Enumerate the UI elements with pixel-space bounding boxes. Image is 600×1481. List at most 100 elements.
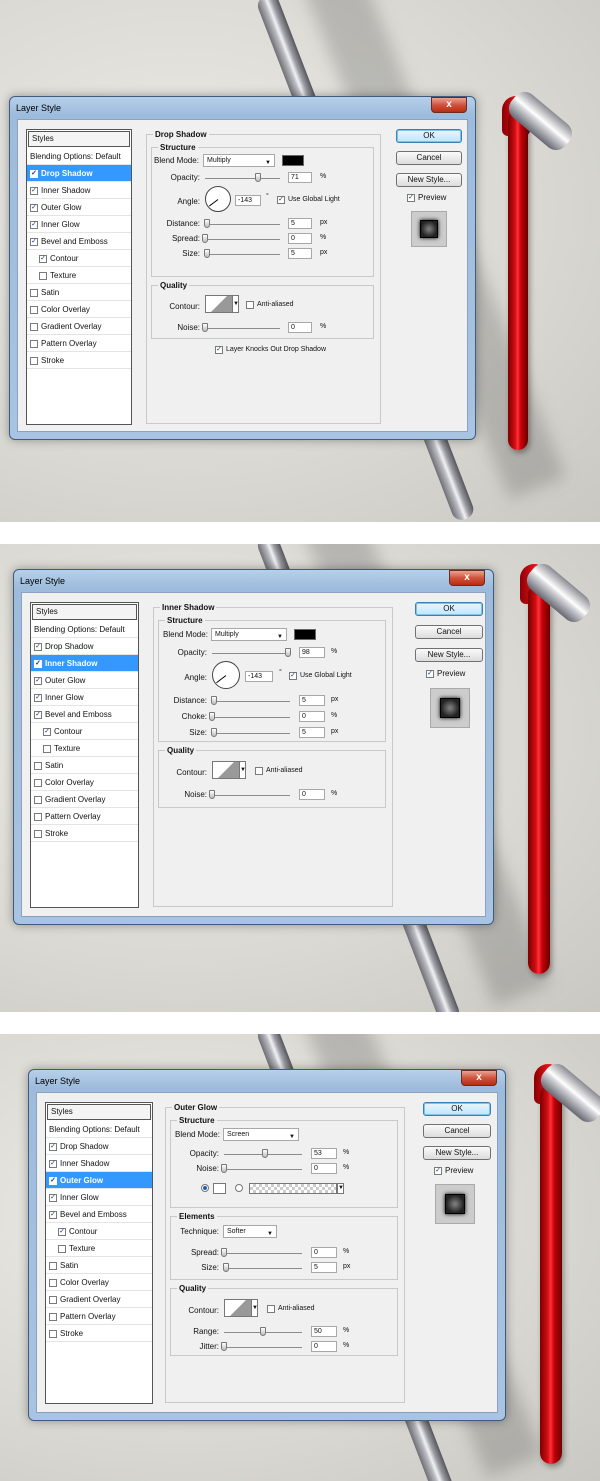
blend-mode-select[interactable]: Multiply ▼	[203, 154, 275, 167]
jitter-slider[interactable]	[224, 1347, 302, 1348]
distance-input[interactable]: 5	[299, 695, 325, 706]
styles-header[interactable]: Styles	[47, 1104, 151, 1120]
new-style-button[interactable]: New Style...	[396, 173, 462, 187]
blend-mode-select[interactable]: Multiply ▼	[211, 628, 287, 641]
title-bar[interactable]: Layer Style x	[29, 1070, 505, 1092]
style-checkbox[interactable]	[49, 1295, 57, 1304]
title-bar[interactable]: Layer Style x	[14, 570, 493, 592]
range-slider-thumb[interactable]	[260, 1327, 266, 1336]
opacity-input[interactable]: 71	[288, 172, 312, 183]
style-checkbox[interactable]	[34, 812, 42, 821]
style-item-stroke[interactable]: Stroke	[27, 352, 131, 369]
shadow-color-swatch[interactable]	[294, 629, 316, 640]
noise-slider[interactable]	[212, 795, 290, 796]
style-checkbox[interactable]	[30, 322, 38, 331]
size-input[interactable]: 5	[311, 1262, 337, 1273]
noise-input[interactable]: 0	[299, 789, 325, 800]
angle-dial[interactable]	[212, 661, 240, 689]
opacity-slider-thumb[interactable]	[285, 648, 292, 657]
distance-slider[interactable]	[205, 224, 280, 225]
ok-button[interactable]: OK	[415, 602, 483, 616]
anti-aliased-checkbox[interactable]	[255, 767, 263, 775]
style-item-drop-shadow[interactable]: ✓ Drop Shadow	[46, 1138, 152, 1155]
style-item-contour[interactable]: ✓ Contour	[31, 723, 138, 740]
noise-input[interactable]: 0	[311, 1163, 337, 1174]
style-item-gradient-overlay[interactable]: Gradient Overlay	[31, 791, 138, 808]
spread-slider-thumb[interactable]	[221, 1248, 227, 1257]
use-global-light-checkbox[interactable]: ✓	[277, 196, 285, 204]
close-button[interactable]: x	[431, 97, 467, 113]
new-style-button[interactable]: New Style...	[423, 1146, 491, 1160]
cancel-button[interactable]: Cancel	[415, 625, 483, 639]
style-item-satin[interactable]: Satin	[46, 1257, 152, 1274]
opacity-slider-thumb[interactable]	[262, 1149, 269, 1158]
contour-dropdown-arrow[interactable]: ▼	[239, 761, 246, 779]
ok-button[interactable]: OK	[396, 129, 462, 143]
style-checkbox[interactable]: ✓	[30, 203, 38, 212]
anti-aliased-checkbox[interactable]	[246, 301, 254, 309]
style-checkbox[interactable]: ✓	[49, 1210, 57, 1219]
style-item-blending-options-default[interactable]: Blending Options: Default	[27, 148, 131, 165]
style-checkbox[interactable]	[30, 339, 38, 348]
noise-slider-thumb[interactable]	[221, 1164, 227, 1173]
anti-aliased-checkbox[interactable]	[267, 1305, 275, 1313]
style-item-outer-glow[interactable]: ✓ Outer Glow	[31, 672, 138, 689]
style-checkbox[interactable]	[30, 356, 38, 365]
contour-picker[interactable]	[212, 761, 240, 779]
size-input[interactable]: 5	[288, 248, 312, 259]
style-checkbox[interactable]: ✓	[49, 1159, 57, 1168]
style-checkbox[interactable]: ✓	[49, 1142, 57, 1151]
style-item-texture[interactable]: Texture	[31, 740, 138, 757]
size-slider[interactable]	[224, 1268, 302, 1269]
glow-color-swatch[interactable]	[213, 1183, 226, 1194]
noise-slider-thumb[interactable]	[202, 323, 208, 332]
distance-slider-thumb[interactable]	[211, 696, 217, 705]
style-checkbox[interactable]	[34, 761, 42, 770]
distance-slider-thumb[interactable]	[204, 219, 210, 228]
spread-slider[interactable]	[224, 1253, 302, 1254]
style-checkbox[interactable]: ✓	[49, 1193, 57, 1202]
size-slider[interactable]	[205, 254, 280, 255]
style-item-bevel-and-emboss[interactable]: ✓ Bevel and Emboss	[27, 233, 131, 250]
style-item-satin[interactable]: Satin	[31, 757, 138, 774]
choke-slider[interactable]	[212, 717, 290, 718]
solid-color-radio[interactable]	[201, 1184, 209, 1192]
size-slider-thumb[interactable]	[223, 1263, 229, 1272]
style-item-inner-glow[interactable]: ✓ Inner Glow	[31, 689, 138, 706]
style-checkbox[interactable]	[49, 1278, 57, 1287]
style-checkbox[interactable]: ✓	[34, 642, 42, 651]
style-item-contour[interactable]: ✓ Contour	[46, 1223, 152, 1240]
distance-input[interactable]: 5	[288, 218, 312, 229]
size-slider[interactable]	[212, 733, 290, 734]
spread-input[interactable]: 0	[311, 1247, 337, 1258]
contour-dropdown-arrow[interactable]: ▼	[232, 295, 239, 313]
contour-picker[interactable]	[224, 1299, 252, 1317]
style-item-color-overlay[interactable]: Color Overlay	[31, 774, 138, 791]
opacity-slider-thumb[interactable]	[255, 173, 262, 182]
style-item-outer-glow[interactable]: ✓ Outer Glow	[46, 1172, 152, 1189]
style-item-stroke[interactable]: Stroke	[46, 1325, 152, 1342]
distance-slider[interactable]	[212, 701, 290, 702]
style-item-inner-glow[interactable]: ✓ Inner Glow	[27, 216, 131, 233]
range-input[interactable]: 50	[311, 1326, 337, 1337]
angle-input[interactable]: -143	[245, 671, 273, 682]
gradient-dropdown-arrow[interactable]: ▼	[337, 1183, 344, 1194]
new-style-button[interactable]: New Style...	[415, 648, 483, 662]
ok-button[interactable]: OK	[423, 1102, 491, 1116]
style-checkbox[interactable]	[49, 1329, 57, 1338]
gradient-radio[interactable]	[235, 1184, 243, 1192]
close-button[interactable]: x	[449, 570, 485, 586]
opacity-slider[interactable]	[212, 653, 290, 654]
preview-checkbox[interactable]: ✓	[426, 670, 434, 678]
style-item-inner-glow[interactable]: ✓ Inner Glow	[46, 1189, 152, 1206]
noise-slider-thumb[interactable]	[209, 790, 215, 799]
angle-dial[interactable]	[205, 186, 231, 212]
style-checkbox[interactable]	[30, 305, 38, 314]
styles-header[interactable]: Styles	[32, 604, 137, 620]
style-checkbox[interactable]: ✓	[30, 186, 38, 195]
style-checkbox[interactable]	[34, 778, 42, 787]
opacity-input[interactable]: 98	[299, 647, 325, 658]
glow-gradient-picker[interactable]	[249, 1183, 337, 1194]
shadow-color-swatch[interactable]	[282, 155, 304, 166]
use-global-light-checkbox[interactable]: ✓	[289, 672, 297, 680]
